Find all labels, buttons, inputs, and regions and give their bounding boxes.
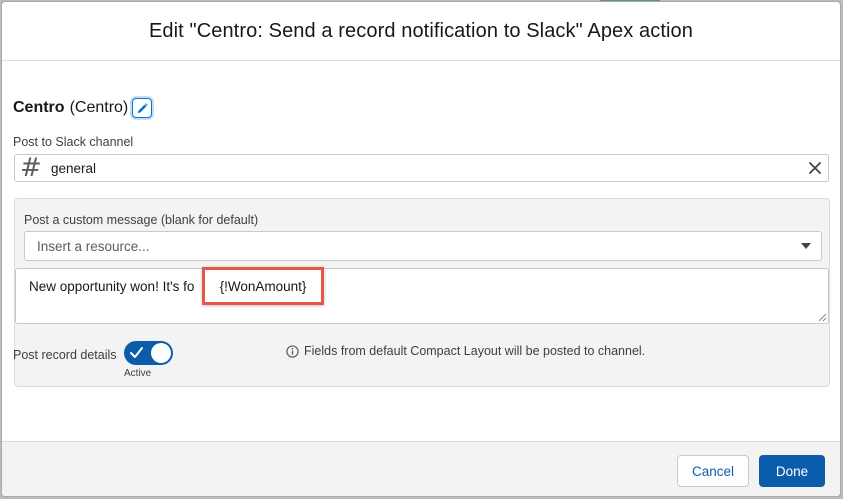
check-icon [130, 347, 143, 358]
record-details-toggle[interactable] [124, 341, 173, 365]
edit-label-button[interactable] [132, 98, 153, 118]
toggle-knob [151, 343, 171, 363]
channel-value[interactable]: general [51, 161, 802, 176]
modal-title: Edit "Centro: Send a record notification… [148, 19, 694, 42]
record-details-label: Post record details [13, 348, 117, 362]
hash-icon: # [20, 153, 42, 183]
cancel-button[interactable]: Cancel [677, 455, 749, 487]
channel-label: Post to Slack channel [13, 135, 134, 149]
info-text: Fields from default Compact Layout will … [304, 344, 646, 358]
pencil-icon [137, 102, 148, 113]
clear-channel-button[interactable] [802, 162, 828, 174]
insert-resource-combobox[interactable]: Insert a resource... [24, 231, 822, 261]
chevron-down-icon [801, 243, 811, 249]
action-api-name: (Centro) [69, 99, 129, 116]
action-heading: Centro (Centro) [13, 98, 153, 118]
info-icon [286, 344, 299, 358]
toggle-state-label: Active [124, 368, 152, 379]
modal-body: Centro (Centro) Post to Slack channel # … [2, 61, 840, 441]
message-textarea[interactable]: New opportunity won! It's fo {!WonAmount… [15, 267, 829, 324]
merge-field-highlight: {!WonAmount} [202, 267, 324, 305]
action-name: Centro [13, 99, 65, 116]
modal-header: Edit "Centro: Send a record notification… [2, 2, 840, 61]
merge-field-text: {!WonAmount} [219, 278, 307, 294]
modal-footer: Cancel Done [2, 441, 840, 496]
compact-layout-info: Fields from default Compact Layout will … [286, 344, 645, 358]
resize-grip-icon[interactable] [818, 313, 827, 322]
resource-placeholder: Insert a resource... [37, 238, 150, 254]
done-button[interactable]: Done [759, 455, 825, 487]
message-label: Post a custom message (blank for default… [24, 213, 259, 227]
close-icon [809, 162, 821, 174]
edit-action-modal: Edit "Centro: Send a record notification… [1, 1, 841, 497]
message-text: New opportunity won! It's fo [29, 279, 195, 294]
slack-channel-field[interactable]: # general [14, 154, 829, 182]
